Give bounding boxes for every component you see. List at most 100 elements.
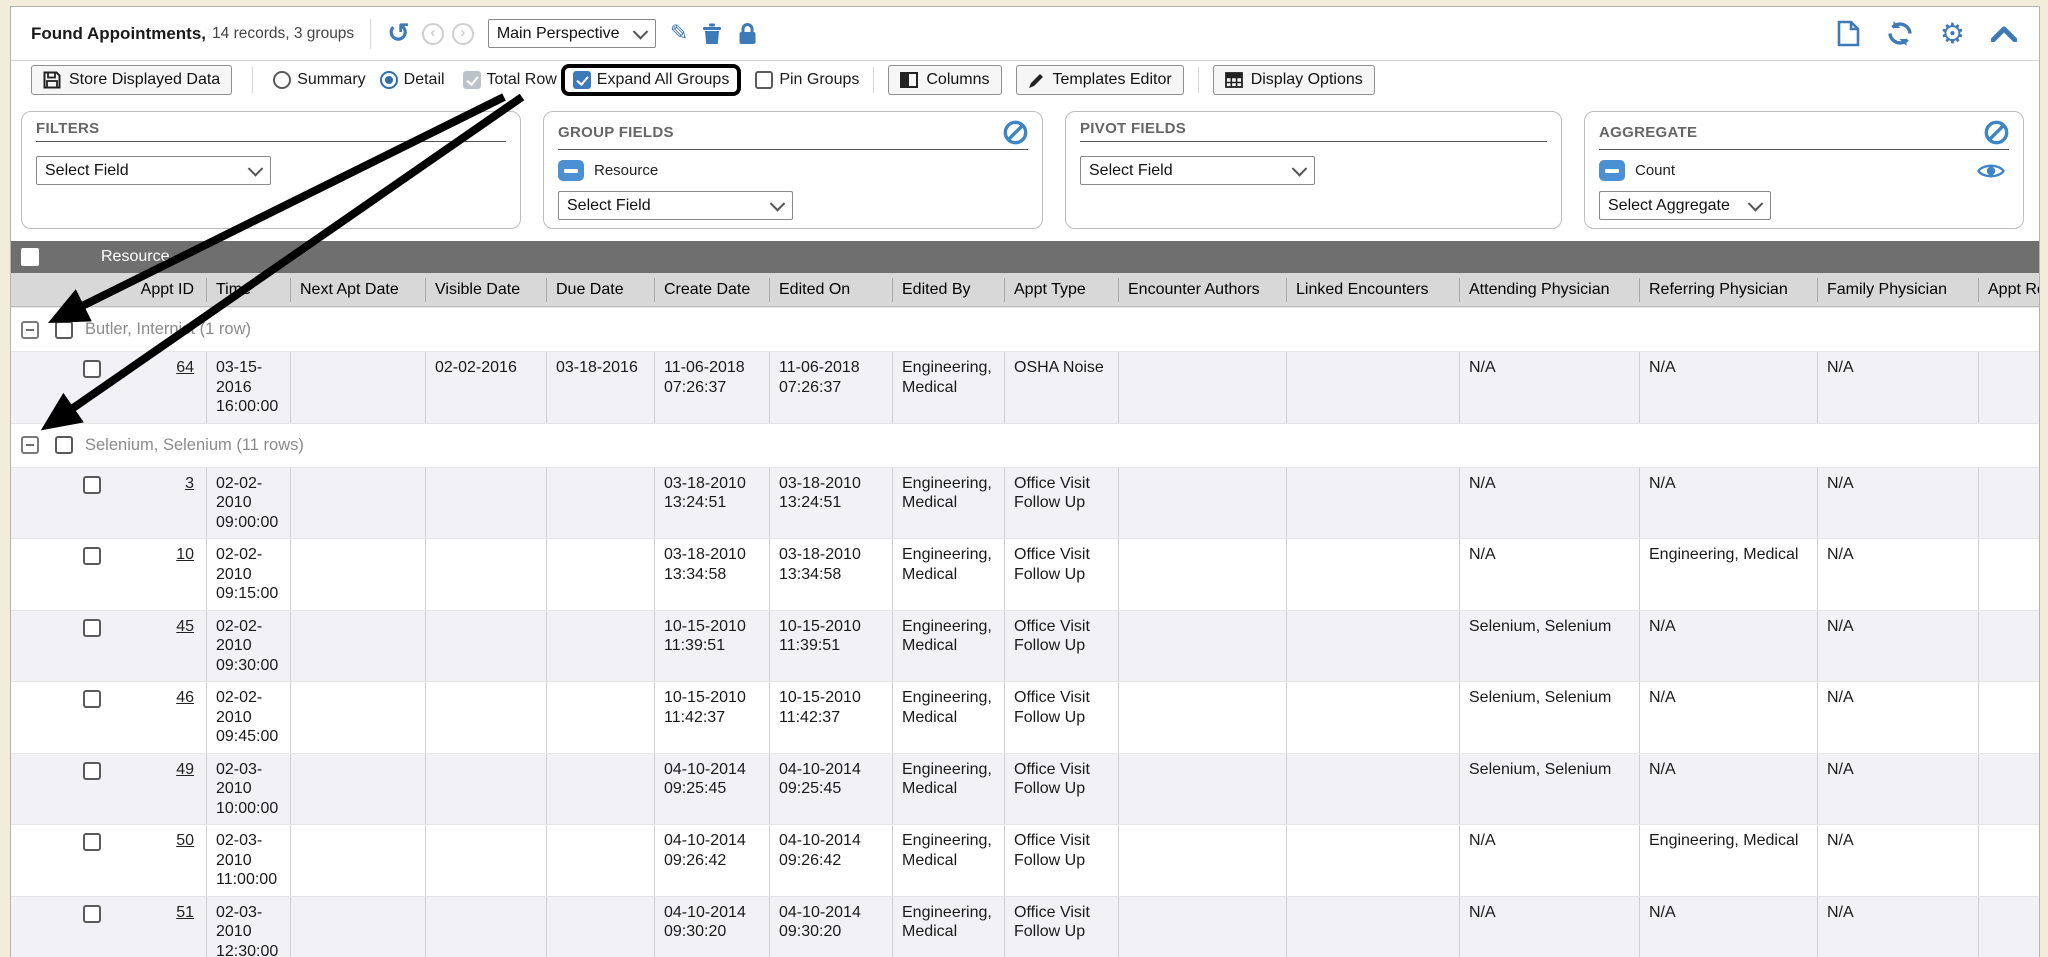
- divider: [370, 19, 371, 49]
- cell: Selenium, Selenium: [1459, 754, 1639, 825]
- cell: [1978, 611, 2040, 682]
- row-checkbox[interactable]: [83, 690, 101, 708]
- table-row: 4602-02-2010 09:45:0010-15-2010 11:42:37…: [11, 681, 2040, 753]
- cell: [546, 754, 654, 825]
- appt-id-link[interactable]: 50: [176, 831, 206, 851]
- appt-id-link[interactable]: 49: [176, 760, 206, 780]
- column-header-attending-physician[interactable]: Attending Physician: [1459, 278, 1639, 302]
- appt-id-link[interactable]: 51: [176, 903, 206, 923]
- pin-groups-option[interactable]: Pin Groups: [755, 71, 859, 89]
- remove-resource-chip-icon[interactable]: [558, 160, 584, 181]
- templates-editor-button[interactable]: Templates Editor: [1016, 65, 1184, 95]
- cell: Engineering, Medical: [892, 825, 1004, 896]
- group-row: Selenium, Selenium (11 rows): [11, 423, 2040, 467]
- cell: 02-02-2010 09:00:00: [206, 468, 290, 539]
- group-checkbox[interactable]: [55, 436, 73, 454]
- total-row-option[interactable]: Total Row: [463, 71, 557, 89]
- cell: [290, 897, 425, 957]
- undo-icon[interactable]: ↺: [387, 20, 410, 47]
- column-header-edited-by[interactable]: Edited By: [892, 278, 1004, 302]
- gear-icon[interactable]: ⚙: [1940, 20, 1965, 48]
- eye-icon[interactable]: [1977, 162, 2005, 180]
- cell: [425, 539, 546, 610]
- cell: 04-10-2014 09:26:42: [654, 825, 769, 896]
- appt-id-link[interactable]: 64: [176, 358, 206, 378]
- column-header-family-physician[interactable]: Family Physician: [1817, 278, 1978, 302]
- detail-radio[interactable]: [380, 71, 398, 89]
- perspective-select[interactable]: Main Perspective: [488, 19, 656, 48]
- store-displayed-data-button[interactable]: Store Displayed Data: [31, 65, 232, 95]
- column-header-appt-re[interactable]: Appt Re: [1978, 278, 2040, 302]
- group-select-wrap: Select Field: [558, 191, 793, 220]
- cell: 10-15-2010 11:39:51: [769, 611, 892, 682]
- column-header-referring-physician[interactable]: Referring Physician: [1639, 278, 1817, 302]
- column-header-time[interactable]: Time: [206, 278, 290, 302]
- cell: [1978, 754, 2040, 825]
- row-checkbox[interactable]: [83, 762, 101, 780]
- appt-id-link[interactable]: 10: [176, 545, 206, 565]
- columns-button[interactable]: Columns: [888, 65, 1001, 95]
- column-header-appt-id[interactable]: Appt ID: [11, 278, 206, 302]
- next-perspective-icon[interactable]: ›: [452, 23, 474, 45]
- pencil-icon: [1028, 72, 1045, 89]
- total-row-checkbox[interactable]: [463, 71, 481, 89]
- collapse-panel-icon[interactable]: [1991, 26, 2017, 42]
- column-header-edited-on[interactable]: Edited On: [769, 278, 892, 302]
- column-header-due-date[interactable]: Due Date: [546, 278, 654, 302]
- display-options-button[interactable]: Display Options: [1213, 65, 1375, 95]
- row-checkbox[interactable]: [83, 619, 101, 637]
- cell: 10-15-2010 11:39:51: [654, 611, 769, 682]
- row-checkbox[interactable]: [83, 905, 101, 923]
- group-checkbox[interactable]: [55, 321, 73, 339]
- row-checkbox[interactable]: [83, 360, 101, 378]
- cell: [425, 754, 546, 825]
- row-checkbox[interactable]: [83, 547, 101, 565]
- cell: N/A: [1817, 611, 1978, 682]
- column-header-visible-date[interactable]: Visible Date: [425, 278, 546, 302]
- group-fields-title: GROUP FIELDS: [558, 124, 674, 141]
- column-header-next-apt-date[interactable]: Next Apt Date: [290, 278, 425, 302]
- appt-id-link[interactable]: 3: [185, 474, 206, 494]
- row-checkbox[interactable]: [83, 476, 101, 494]
- column-header-create-date[interactable]: Create Date: [654, 278, 769, 302]
- cell: N/A: [1459, 825, 1639, 896]
- cell: [1978, 352, 2040, 423]
- cell: 03-18-2010 13:24:51: [769, 468, 892, 539]
- new-file-icon[interactable]: [1837, 20, 1860, 47]
- group-collapse-toggle[interactable]: [21, 321, 39, 339]
- remove-count-chip-icon[interactable]: [1599, 160, 1625, 181]
- clear-aggregate-icon[interactable]: [1984, 120, 2009, 145]
- summary-radio-option[interactable]: Summary: [273, 71, 365, 89]
- aggregate-select[interactable]: Select Aggregate: [1599, 191, 1771, 220]
- page-title: Found Appointments,: [31, 24, 206, 44]
- expand-all-groups-checkbox[interactable]: [573, 71, 591, 89]
- group-label: Butler, Internist (1 row): [85, 320, 251, 339]
- edit-perspective-icon[interactable]: ✎: [670, 23, 688, 45]
- select-all-checkbox[interactable]: [21, 248, 39, 266]
- cell: [290, 539, 425, 610]
- lock-perspective-icon[interactable]: [738, 22, 757, 46]
- detail-radio-option[interactable]: Detail: [380, 71, 445, 89]
- filters-field-select[interactable]: Select Field: [36, 156, 271, 185]
- group-field-select[interactable]: Select Field: [558, 191, 793, 220]
- clear-group-fields-icon[interactable]: [1003, 120, 1028, 145]
- group-label: Selenium, Selenium (11 rows): [85, 436, 304, 455]
- pin-groups-checkbox[interactable]: [755, 71, 773, 89]
- cell: [1118, 682, 1286, 753]
- appt-id-link[interactable]: 46: [176, 688, 206, 708]
- perspective-select-wrap: Main Perspective: [488, 19, 656, 48]
- appt-id-link[interactable]: 45: [176, 617, 206, 637]
- row-checkbox[interactable]: [83, 833, 101, 851]
- cell: [1118, 825, 1286, 896]
- cell: [546, 468, 654, 539]
- delete-perspective-icon[interactable]: [702, 22, 722, 45]
- group-collapse-toggle[interactable]: [21, 436, 39, 454]
- summary-radio[interactable]: [273, 71, 291, 89]
- column-header-encounter-authors[interactable]: Encounter Authors: [1118, 278, 1286, 302]
- cell-appt-id: 64: [11, 352, 206, 423]
- column-header-appt-type[interactable]: Appt Type: [1004, 278, 1118, 302]
- prev-perspective-icon[interactable]: ‹: [422, 23, 444, 45]
- pivot-field-select[interactable]: Select Field: [1080, 156, 1315, 185]
- refresh-icon[interactable]: [1886, 20, 1914, 47]
- column-header-linked-encounters[interactable]: Linked Encounters: [1286, 278, 1459, 302]
